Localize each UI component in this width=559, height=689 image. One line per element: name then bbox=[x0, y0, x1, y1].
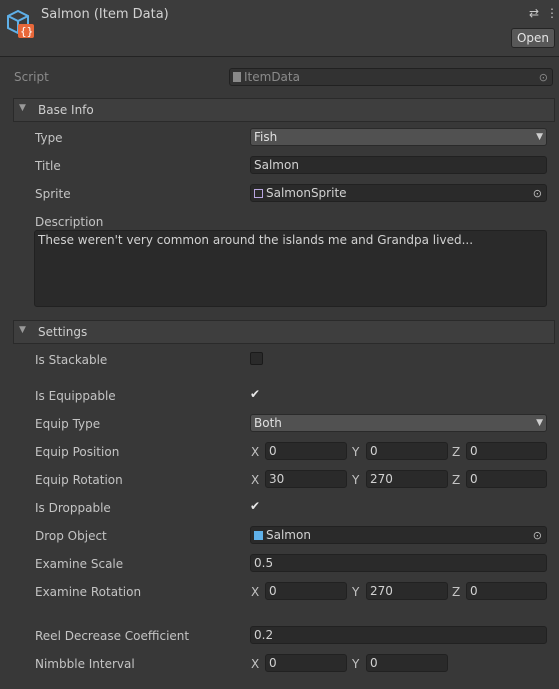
y-axis-label: Y bbox=[352, 657, 360, 671]
chevron-down-icon: ▼ bbox=[536, 418, 543, 428]
is-stackable-label: Is Stackable bbox=[35, 353, 108, 367]
drop-object-field[interactable]: Salmon ⊙ bbox=[250, 526, 547, 544]
script-field: ItemData ⊙ bbox=[229, 68, 553, 86]
chevron-down-icon: ▼ bbox=[536, 132, 543, 142]
equip-type-value: Both bbox=[254, 416, 282, 430]
examine-rotation-x[interactable]: 0 bbox=[265, 582, 347, 600]
description-textarea[interactable]: These weren't very common around the isl… bbox=[34, 230, 547, 307]
x-axis-label: X bbox=[251, 657, 260, 671]
is-droppable-checkbox[interactable]: ✔ bbox=[250, 499, 260, 513]
x-axis-label: X bbox=[251, 445, 260, 459]
prefab-cube-icon bbox=[254, 531, 263, 540]
sprite-label: Sprite bbox=[35, 187, 71, 201]
examine-rotation-y[interactable]: 270 bbox=[366, 582, 448, 600]
equip-type-label: Equip Type bbox=[35, 417, 101, 431]
script-file-icon bbox=[233, 72, 241, 82]
type-value: Fish bbox=[254, 130, 278, 144]
equip-position-label: Equip Position bbox=[35, 445, 120, 459]
inspector-header: {} Salmon (Item Data) ⇄ ⋮ Open bbox=[0, 0, 559, 57]
equip-position-x[interactable]: 0 bbox=[265, 442, 347, 460]
is-droppable-label: Is Droppable bbox=[35, 501, 111, 515]
type-label: Type bbox=[35, 131, 63, 145]
script-value: ItemData bbox=[244, 70, 300, 84]
is-equippable-label: Is Equippable bbox=[35, 389, 116, 403]
object-picker-icon[interactable]: ⊙ bbox=[533, 186, 542, 201]
x-axis-label: X bbox=[251, 473, 260, 487]
sliders-icon[interactable]: ⇄ bbox=[529, 6, 539, 20]
sprite-icon bbox=[254, 189, 263, 198]
foldout-arrow-icon: ▼ bbox=[19, 325, 26, 335]
type-dropdown[interactable]: Fish ▼ bbox=[250, 128, 547, 146]
title-field[interactable]: Salmon bbox=[250, 156, 547, 174]
y-axis-label: Y bbox=[352, 473, 360, 487]
equip-rotation-y[interactable]: 270 bbox=[366, 470, 448, 488]
nimbble-interval-x[interactable]: 0 bbox=[265, 654, 347, 672]
reel-decrease-label: Reel Decrease Coefficient bbox=[35, 629, 190, 643]
description-label: Description bbox=[35, 215, 104, 229]
svg-text:{}: {} bbox=[20, 25, 33, 38]
examine-rotation-z[interactable]: 0 bbox=[466, 582, 547, 600]
settings-foldout[interactable]: ▼ Settings bbox=[13, 320, 555, 344]
sprite-value: SalmonSprite bbox=[266, 186, 347, 200]
z-axis-label: Z bbox=[452, 473, 461, 487]
examine-scale-field[interactable]: 0.5 bbox=[250, 554, 547, 572]
z-axis-label: Z bbox=[452, 445, 461, 459]
nimbble-interval-label: Nimbble Interval bbox=[35, 657, 135, 671]
sprite-field[interactable]: SalmonSprite ⊙ bbox=[250, 184, 547, 202]
kebab-menu-icon[interactable]: ⋮ bbox=[546, 6, 558, 20]
y-axis-label: Y bbox=[352, 585, 360, 599]
examine-rotation-label: Examine Rotation bbox=[35, 585, 142, 599]
reel-decrease-field[interactable]: 0.2 bbox=[250, 626, 547, 644]
object-picker-icon: ⊙ bbox=[538, 71, 548, 84]
is-stackable-checkbox[interactable] bbox=[250, 352, 263, 365]
drop-object-label: Drop Object bbox=[35, 529, 107, 543]
equip-rotation-x[interactable]: 30 bbox=[265, 470, 347, 488]
is-equippable-checkbox[interactable]: ✔ bbox=[250, 387, 260, 401]
inspector-title: Salmon (Item Data) bbox=[41, 7, 169, 22]
x-axis-label: X bbox=[251, 585, 260, 599]
drop-object-value: Salmon bbox=[266, 528, 311, 542]
script-label: Script bbox=[14, 70, 49, 84]
equip-rotation-label: Equip Rotation bbox=[35, 473, 123, 487]
scriptable-object-icon: {} bbox=[7, 9, 34, 38]
equip-type-dropdown[interactable]: Both ▼ bbox=[250, 414, 547, 432]
base-info-title: Base Info bbox=[38, 103, 94, 117]
settings-title: Settings bbox=[38, 325, 88, 339]
equip-position-y[interactable]: 0 bbox=[366, 442, 448, 460]
base-info-foldout[interactable]: ▼ Base Info bbox=[13, 98, 555, 122]
foldout-arrow-icon: ▼ bbox=[19, 103, 26, 113]
y-axis-label: Y bbox=[352, 445, 360, 459]
equip-position-z[interactable]: 0 bbox=[466, 442, 547, 460]
examine-scale-label: Examine Scale bbox=[35, 557, 124, 571]
z-axis-label: Z bbox=[452, 585, 461, 599]
open-button[interactable]: Open bbox=[511, 28, 555, 48]
equip-rotation-z[interactable]: 0 bbox=[466, 470, 547, 488]
title-label: Title bbox=[35, 159, 61, 173]
object-picker-icon[interactable]: ⊙ bbox=[533, 528, 542, 543]
nimbble-interval-y[interactable]: 0 bbox=[366, 654, 448, 672]
